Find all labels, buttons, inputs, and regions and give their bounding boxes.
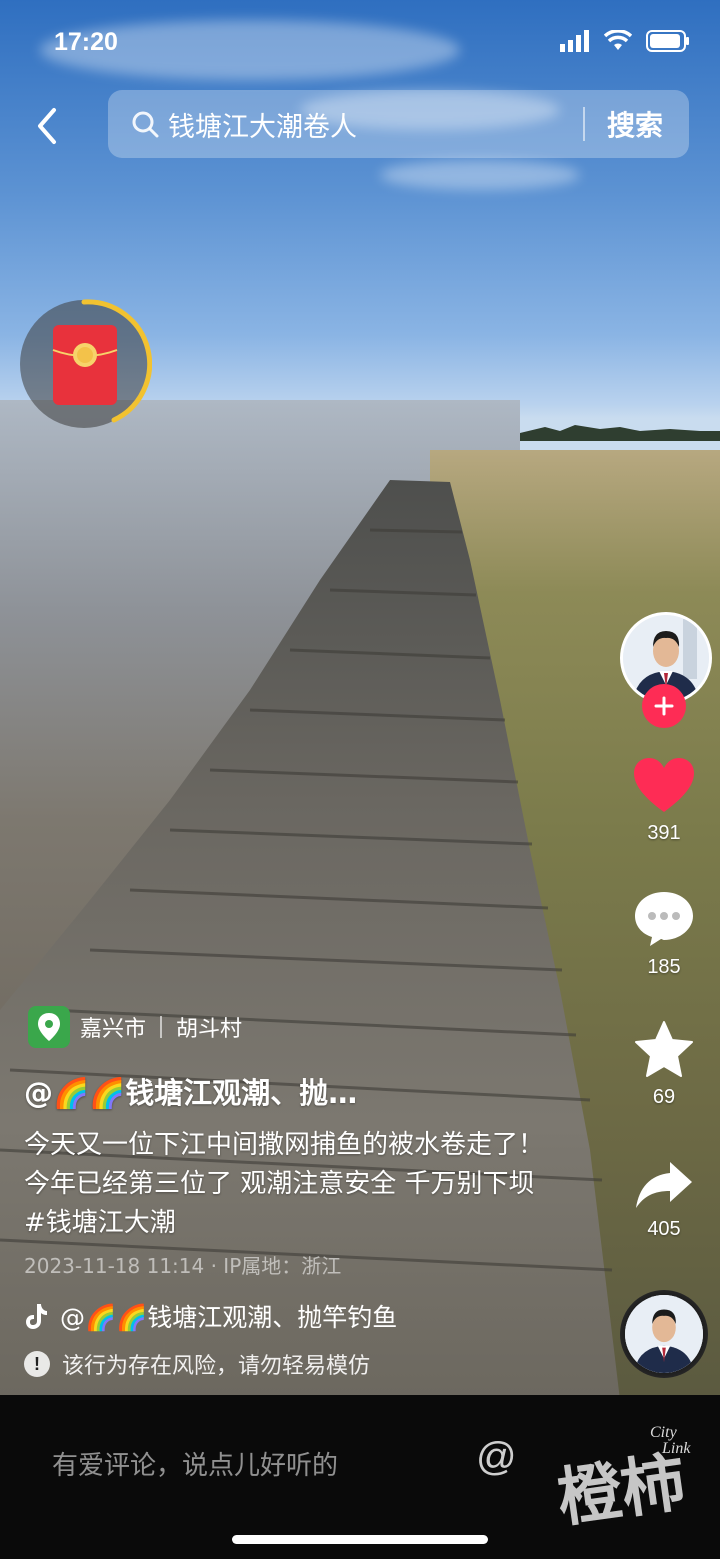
status-bar: 17:20 — [0, 0, 720, 80]
risk-notice: ! 该行为存在风险，请勿轻易模仿 — [24, 1348, 370, 1380]
wifi-icon — [604, 30, 632, 50]
post-meta: 2023-11-18 11:14 · IP属地：浙江 — [24, 1254, 342, 1278]
cloud — [380, 160, 580, 190]
red-packet-button[interactable] — [18, 298, 152, 432]
svg-text:橙柿: 橙柿 — [556, 1445, 690, 1537]
tiktok-note-icon — [26, 1304, 47, 1329]
back-button[interactable] — [26, 104, 66, 148]
comment-input[interactable]: 有爱评论，说点儿好听的 — [52, 1445, 338, 1482]
search-icon — [132, 111, 159, 138]
search-bar[interactable]: 钱塘江大潮卷人 搜索 — [108, 90, 689, 158]
video-caption[interactable]: 今天又一位下江中间撒网捕鱼的被水卷走了！今年已经第三位了 观潮注意安全 千万别下… — [24, 1126, 554, 1243]
music-cover-avatar — [625, 1295, 703, 1373]
music-disc[interactable] — [620, 1290, 708, 1378]
search-button[interactable]: 搜索 — [585, 104, 689, 144]
star-icon — [635, 1021, 693, 1077]
plus-icon — [654, 696, 674, 716]
heart-icon — [634, 758, 694, 812]
risk-notice-text: 该行为存在风险，请勿轻易模仿 — [62, 1354, 371, 1379]
location-separator — [160, 1016, 163, 1038]
favorite-button[interactable]: 69 — [614, 1020, 714, 1109]
location-tag[interactable]: 嘉兴市 胡斗村 — [28, 1004, 242, 1050]
home-indicator[interactable] — [232, 1535, 488, 1544]
music-title: @🌈🌈钱塘江观潮、抛竿钓鱼 — [60, 1303, 398, 1332]
favorite-count: 69 — [652, 1086, 676, 1108]
location-city: 嘉兴市 — [80, 1017, 147, 1042]
search-input[interactable]: 钱塘江大潮卷人 — [168, 105, 583, 144]
comment-button[interactable]: 185 — [614, 890, 714, 979]
author-name[interactable]: @🌈🌈钱塘江观潮、抛… — [24, 1070, 357, 1112]
warning-icon: ! — [24, 1351, 50, 1377]
location-pin-icon — [28, 1006, 70, 1048]
status-time: 17:20 — [54, 28, 118, 56]
location-place: 胡斗村 — [176, 1017, 243, 1042]
cellular-signal-icon — [560, 30, 589, 52]
share-count: 405 — [647, 1218, 681, 1240]
comment-icon — [635, 892, 693, 946]
mention-button[interactable]: @ — [476, 1435, 517, 1480]
comment-count: 185 — [647, 956, 681, 978]
share-button[interactable]: 405 — [614, 1160, 714, 1241]
battery-icon — [646, 30, 689, 52]
like-count: 391 — [647, 822, 681, 844]
chevron-left-icon — [38, 108, 56, 144]
status-icons — [560, 30, 690, 52]
svg-text:City: City — [650, 1424, 678, 1441]
music-info[interactable]: @🌈🌈钱塘江观潮、抛竿钓鱼 — [24, 1298, 464, 1334]
share-arrow-icon — [636, 1162, 692, 1208]
brand-watermark-logo: City Link 橙柿 — [556, 1424, 691, 1537]
like-button[interactable]: 391 — [614, 756, 714, 845]
follow-button[interactable] — [642, 684, 686, 728]
